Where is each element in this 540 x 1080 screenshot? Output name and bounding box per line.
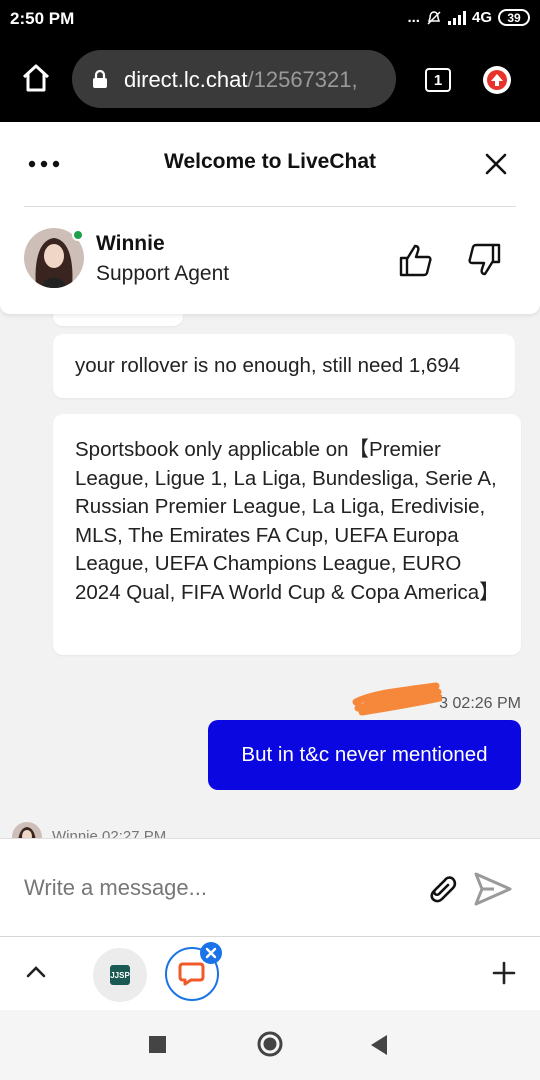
agent-message: Sportsbook only applicable on【Premier Le… (53, 414, 521, 655)
url-path: /12567321, (247, 67, 358, 92)
agent-name: Winnie (96, 232, 165, 255)
recents-icon[interactable] (149, 1036, 166, 1053)
mute-icon (427, 10, 441, 25)
chat-title: Welcome to LiveChat (164, 150, 376, 173)
user-message-meta: 3 02:26 PM (439, 695, 521, 712)
tab-app-button[interactable]: JJSP (93, 948, 147, 1002)
home-circle-icon[interactable] (257, 1031, 283, 1057)
plus-icon[interactable] (492, 961, 516, 985)
home-icon[interactable] (20, 62, 52, 94)
chevron-up-icon[interactable] (25, 963, 47, 979)
browser-toolbar: direct.lc.chat/12567321, 1 (0, 38, 540, 122)
agent-message: your rollover is no enough, still need 1… (53, 334, 515, 398)
back-icon[interactable] (370, 1034, 388, 1056)
screen: 2:50 PM ... 4G 39 direct.lc.chat/1256732… (0, 0, 540, 1080)
signal-icon (447, 10, 466, 25)
thumbs-down-icon[interactable] (466, 242, 502, 278)
status-time: 2:50 PM (10, 9, 75, 28)
user-message: But in t&c never mentioned (208, 720, 521, 790)
message-input[interactable]: Write a message... (24, 875, 207, 901)
paperclip-icon[interactable] (424, 871, 460, 907)
status-indicators: ... 4G 39 (407, 9, 530, 26)
message-composer: Write a message... (0, 838, 540, 936)
online-status-dot (72, 229, 84, 241)
thumbs-up-icon[interactable] (398, 242, 434, 278)
send-icon[interactable] (474, 872, 512, 906)
status-bar: 2:50 PM ... 4G 39 (0, 0, 540, 38)
battery-icon: 39 (498, 9, 530, 26)
status-dots: ... (407, 9, 420, 26)
close-icon (205, 947, 217, 959)
browser-bottom-toolbar: JJSP (0, 936, 540, 1010)
agent-message-meta: Winnie 02:27 PM (52, 828, 167, 838)
upload-button[interactable] (483, 66, 511, 94)
tab-switcher-button[interactable]: 1 (425, 68, 451, 92)
url-host: direct.lc.chat (124, 67, 248, 92)
system-nav-bar (0, 1010, 540, 1080)
agent-avatar-small (12, 822, 42, 838)
arrow-up-icon (487, 70, 507, 90)
network-type: 4G (471, 9, 492, 26)
app-badge: JJSP (110, 965, 130, 985)
message-bubble-partial (53, 314, 183, 326)
agent-role: Support Agent (96, 262, 230, 285)
lock-icon (93, 70, 107, 88)
chat-header: Welcome to LiveChat Winnie Support Agent (0, 122, 540, 314)
address-bar[interactable]: direct.lc.chat/12567321, (72, 50, 396, 108)
message-list[interactable]: your rollover is no enough, still need 1… (0, 314, 540, 838)
redaction-scribble (352, 682, 442, 716)
close-icon[interactable] (484, 152, 508, 176)
header-divider (24, 206, 516, 207)
url-text: direct.lc.chat/12567321, (124, 67, 386, 93)
tab-close-badge[interactable] (200, 942, 222, 964)
